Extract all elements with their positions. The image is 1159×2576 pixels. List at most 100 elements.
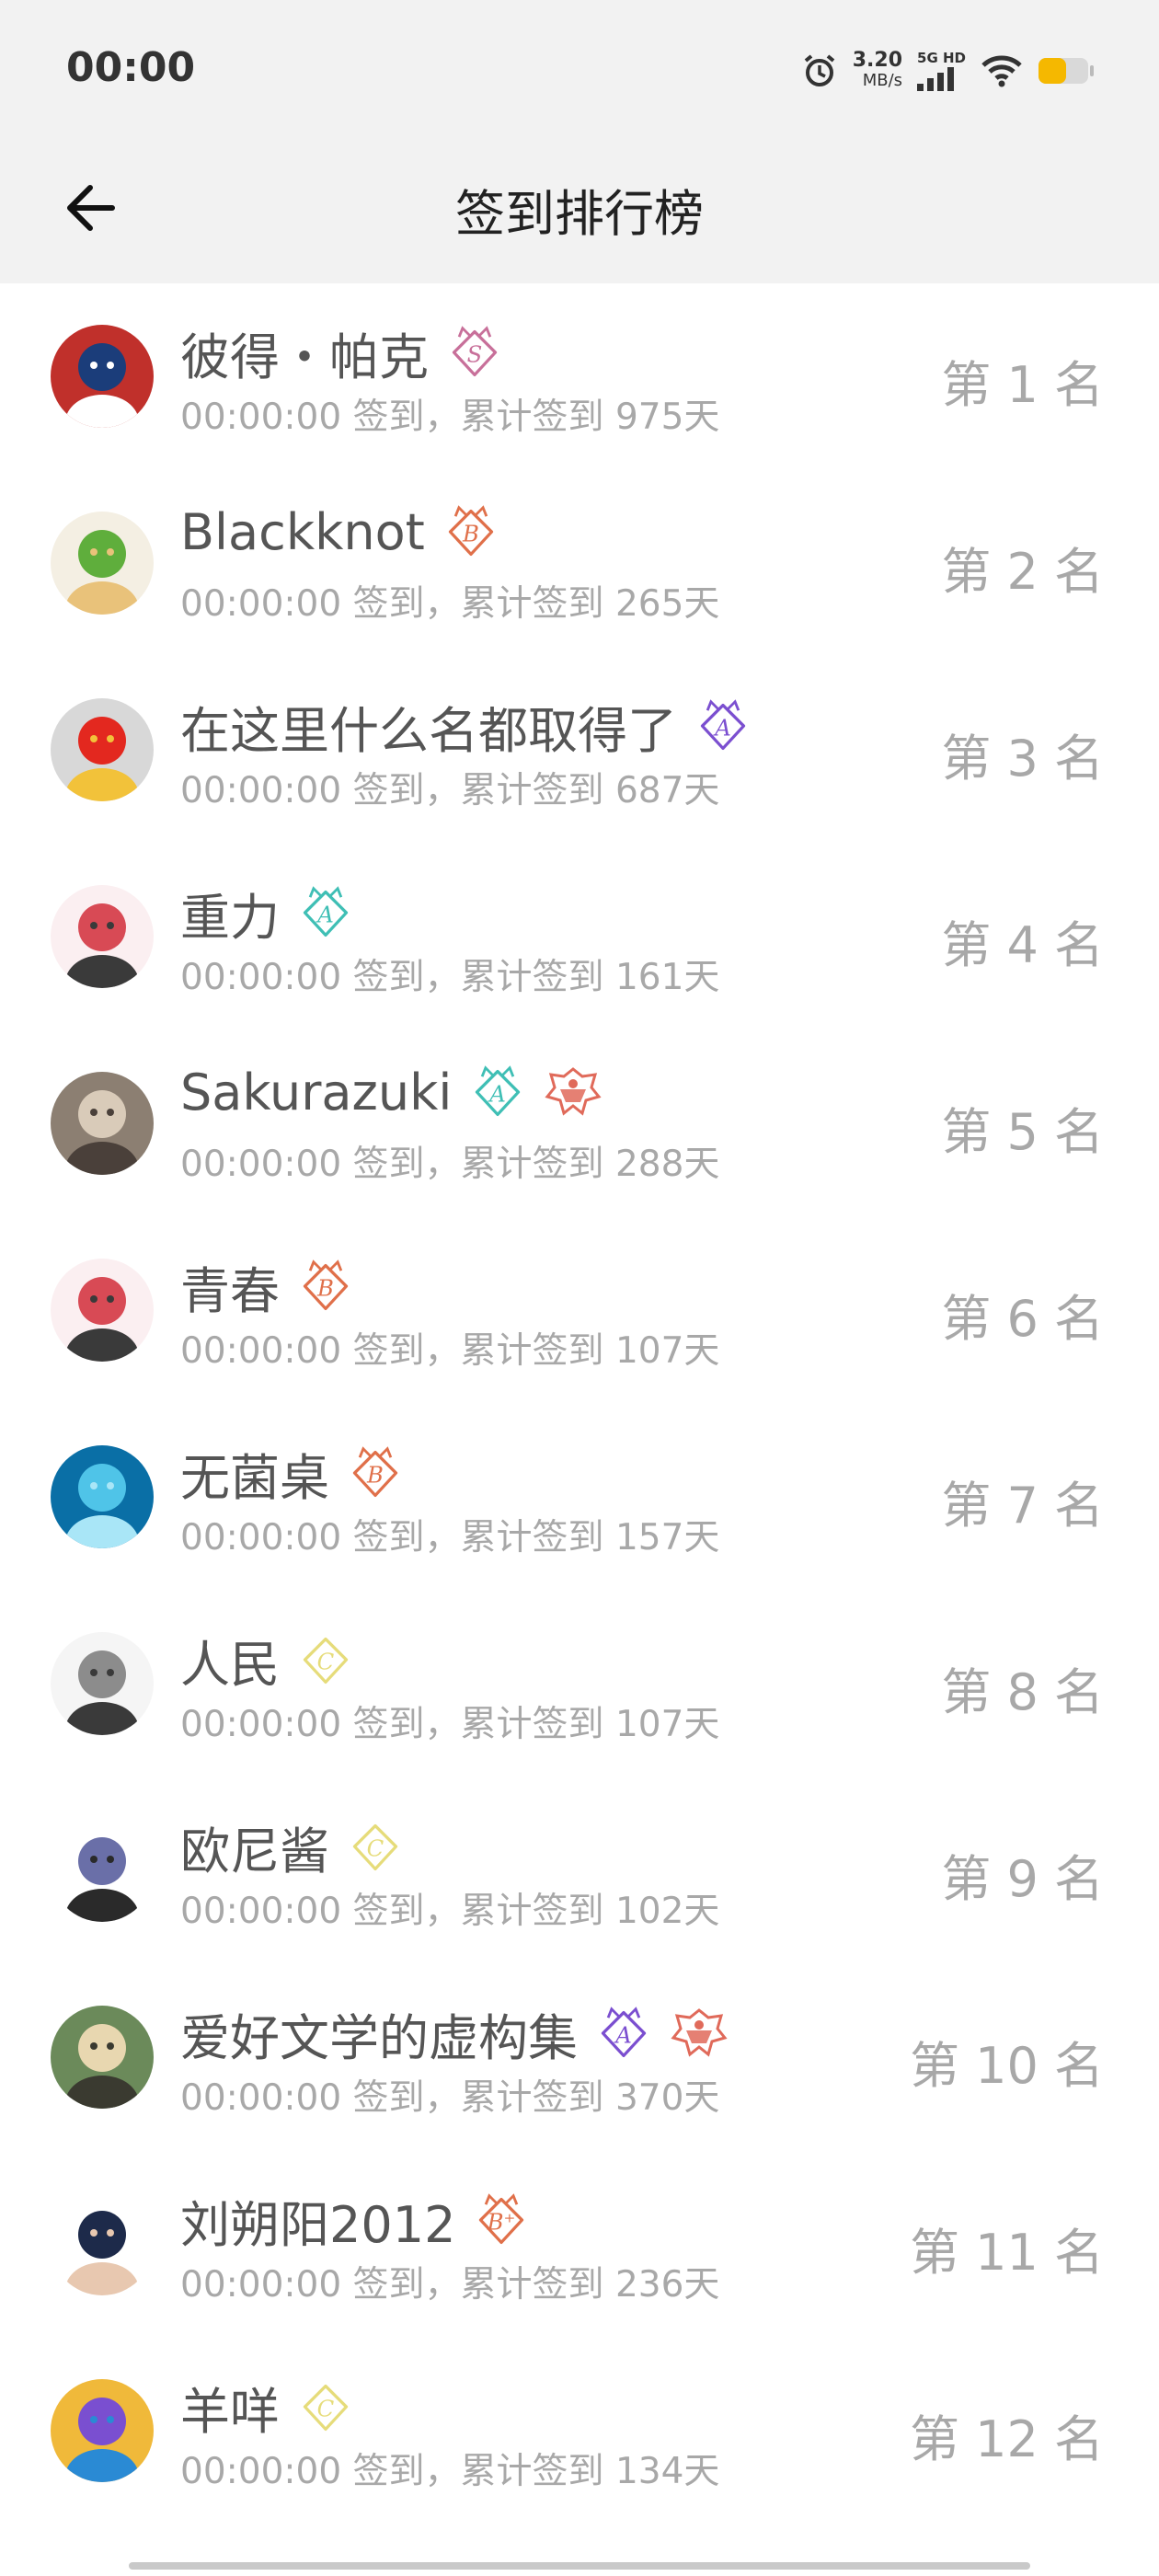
user-name-text: 刘朔阳2012 [180,2196,456,2254]
signin-info: 00:00:00 签到，累计签到 265天 [180,583,720,625]
ranking-list: 彼得・帕克 S 00:00:00 签到，累计签到 975天 第 1 名 Blackkno… [0,283,1159,2524]
user-name-text: Blackknot [180,503,425,561]
rank-label: 第 9 名 [941,1850,1104,1908]
list-item[interactable]: Sakurazuki A 00:00:00 签到，累计签到 288天 第 5 名 [0,1030,1159,1217]
svg-text:B: B [462,520,479,546]
avatar[interactable] [51,885,154,988]
avatar[interactable] [51,1259,154,1362]
rank-label: 第 4 名 [941,916,1104,974]
signal-bars-icon [917,67,958,91]
home-indicator[interactable] [129,2562,1030,2570]
level-badge-icon: B [348,1445,403,1502]
signin-info: 00:00:00 签到，累计签到 975天 [180,397,720,438]
status-time: 00:00 [66,44,196,91]
rank-label: 第 2 名 [941,543,1104,601]
level-badge-icon: A [596,2006,651,2063]
avatar[interactable] [51,1445,154,1548]
avatar[interactable] [51,2379,154,2482]
svg-text:C: C [317,1648,335,1674]
svg-text:C: C [367,1834,384,1861]
avatar[interactable] [51,1819,154,1922]
rank-label: 第 3 名 [941,730,1104,788]
svg-text:B: B [366,1461,384,1488]
signin-info: 00:00:00 签到，累计签到 370天 [180,2077,720,2119]
signin-info: 00:00:00 签到，累计签到 102天 [180,1891,720,1932]
user-name: 人民 C [180,1624,353,1696]
avatar[interactable] [51,1072,154,1175]
level-badge-icon: A [298,885,353,942]
svg-text:A: A [316,901,334,927]
net-speed-unit: MB/s [862,71,903,90]
crest-badge-icon [670,2007,729,2062]
crest-badge-icon [544,1065,602,1121]
user-name-text: 彼得・帕克 [180,328,429,386]
svg-text:C: C [317,2395,335,2421]
svg-text:S: S [467,340,483,367]
level-badge-icon: B⁺ [474,2192,529,2249]
net-speed: 3.20 MB/s [853,51,902,91]
list-item[interactable]: 彼得・帕克 S 00:00:00 签到，累计签到 975天 第 1 名 [0,283,1159,470]
list-item[interactable]: 刘朔阳2012 B⁺ 00:00:00 签到，累计签到 236天 第 11 名 [0,2151,1159,2338]
signin-info: 00:00:00 签到，累计签到 134天 [180,2451,720,2492]
level-badge-icon: A [470,1064,525,1121]
level-badge-icon: A [695,698,751,755]
user-name-text: 青春 [180,1262,280,1320]
user-name: 青春 B [180,1250,353,1323]
svg-text:B: B [316,1274,334,1301]
avatar[interactable] [51,1632,154,1735]
level-badge-icon: C [298,1632,353,1689]
alarm-icon [801,52,838,89]
list-item[interactable]: 欧尼酱 C 00:00:00 签到，累计签到 102天 第 9 名 [0,1777,1159,1964]
wifi-icon [981,54,1023,87]
signin-info: 00:00:00 签到，累计签到 107天 [180,1704,720,1745]
user-name-text: 在这里什么名都取得了 [180,702,677,760]
signin-info: 00:00:00 签到，累计签到 107天 [180,1330,720,1372]
rank-label: 第 10 名 [909,2037,1104,2095]
user-name: 在这里什么名都取得了 A [180,690,751,763]
nav-bar: 签到排行榜 [0,138,1159,283]
user-name: 刘朔阳2012 B⁺ [180,2184,529,2257]
avatar[interactable] [51,2006,154,2109]
list-item[interactable]: 人民 C 00:00:00 签到，累计签到 107天 第 8 名 [0,1591,1159,1777]
user-name-text: 欧尼酱 [180,1823,329,1880]
level-badge-icon: S [447,325,502,382]
list-item[interactable]: 在这里什么名都取得了 A 00:00:00 签到，累计签到 687天 第 3 名 [0,657,1159,844]
list-item[interactable]: 爱好文学的虚构集 A 00:00:00 签到，累计签到 370天 第 10 名 [0,1964,1159,2151]
rank-label: 第 12 名 [909,2410,1104,2468]
user-name: 彼得・帕克 S [180,316,502,389]
signin-info: 00:00:00 签到，累计签到 157天 [180,1517,720,1558]
svg-text:A: A [488,1080,507,1107]
net-speed-value: 3.20 [852,49,903,72]
rank-label: 第 8 名 [941,1663,1104,1721]
signin-info: 00:00:00 签到，累计签到 288天 [180,1144,720,1185]
rank-label: 第 6 名 [941,1290,1104,1348]
cellular-signal: 5G HD [917,51,966,91]
user-name-text: Sakurazuki [180,1064,453,1121]
svg-text:A: A [614,2021,632,2048]
battery-icon [1038,56,1095,86]
avatar[interactable] [51,512,154,615]
user-name: 爱好文学的虚构集 A [180,1997,729,2070]
status-icons: 3.20 MB/s 5G HD [801,48,1095,94]
avatar[interactable] [51,325,154,428]
list-item[interactable]: Blackknot B 00:00:00 签到，累计签到 265天 第 2 名 [0,470,1159,657]
user-name: 欧尼酱 C [180,1811,403,1883]
user-name: Blackknot B [180,503,499,561]
user-name: 羊咩 C [180,2371,353,2444]
level-badge-icon: C [298,2379,353,2436]
list-item[interactable]: 青春 B 00:00:00 签到，累计签到 107天 第 6 名 [0,1217,1159,1404]
avatar[interactable] [51,2192,154,2295]
rank-label: 第 5 名 [941,1103,1104,1161]
rank-label: 第 7 名 [941,1477,1104,1535]
list-item[interactable]: 重力 A 00:00:00 签到，累计签到 161天 第 4 名 [0,844,1159,1030]
list-item[interactable]: 羊咩 C 00:00:00 签到，累计签到 134天 第 12 名 [0,2338,1159,2524]
rank-label: 第 11 名 [909,2224,1104,2282]
avatar[interactable] [51,698,154,801]
rank-label: 第 1 名 [941,356,1104,414]
level-badge-icon: C [348,1819,403,1876]
level-badge-icon: B [298,1259,353,1316]
list-item[interactable]: 无菌桌 B 00:00:00 签到，累计签到 157天 第 7 名 [0,1404,1159,1591]
signal-label: 5G HD [917,50,966,66]
user-name: 无菌桌 B [180,1437,403,1510]
user-name-text: 重力 [180,889,280,947]
